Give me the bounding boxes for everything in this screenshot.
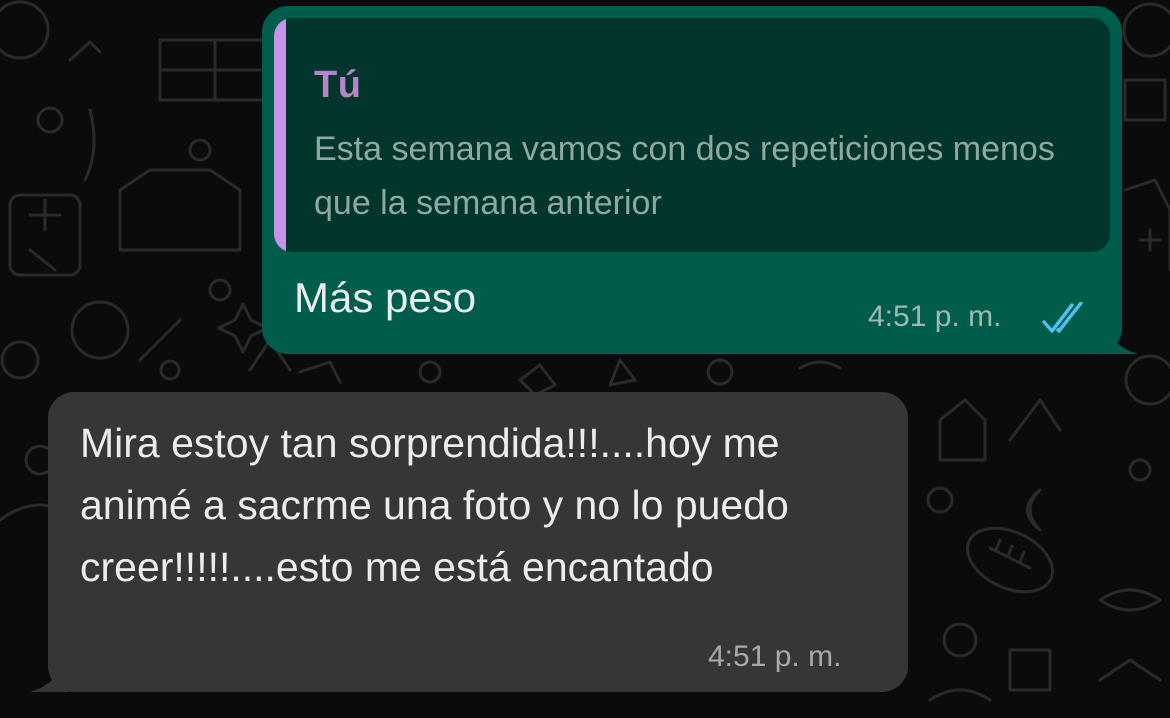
outgoing-message-time: 4:51 p. m.: [868, 300, 1002, 333]
incoming-message-bubble[interactable]: Mira estoy tan sorprendida!!!....hoy me …: [48, 392, 908, 692]
quoted-message[interactable]: Tú Esta semana vamos con dos repeticione…: [274, 18, 1110, 252]
incoming-message-text: Mira estoy tan sorprendida!!!....hoy me …: [80, 420, 789, 590]
double-check-read-icon: [1042, 301, 1090, 336]
outgoing-message-bubble[interactable]: Tú Esta semana vamos con dos repeticione…: [262, 6, 1122, 354]
quote-accent-bar: [274, 18, 286, 252]
outgoing-message-text: Más peso: [294, 274, 477, 321]
incoming-bubble-tail: [30, 656, 68, 692]
quote-author: Tú: [314, 64, 362, 106]
incoming-message-time: 4:51 p. m.: [708, 640, 842, 673]
outgoing-bubble-tail: [1100, 318, 1138, 354]
quote-text: Esta semana vamos con dos repeticiones m…: [314, 130, 1055, 222]
